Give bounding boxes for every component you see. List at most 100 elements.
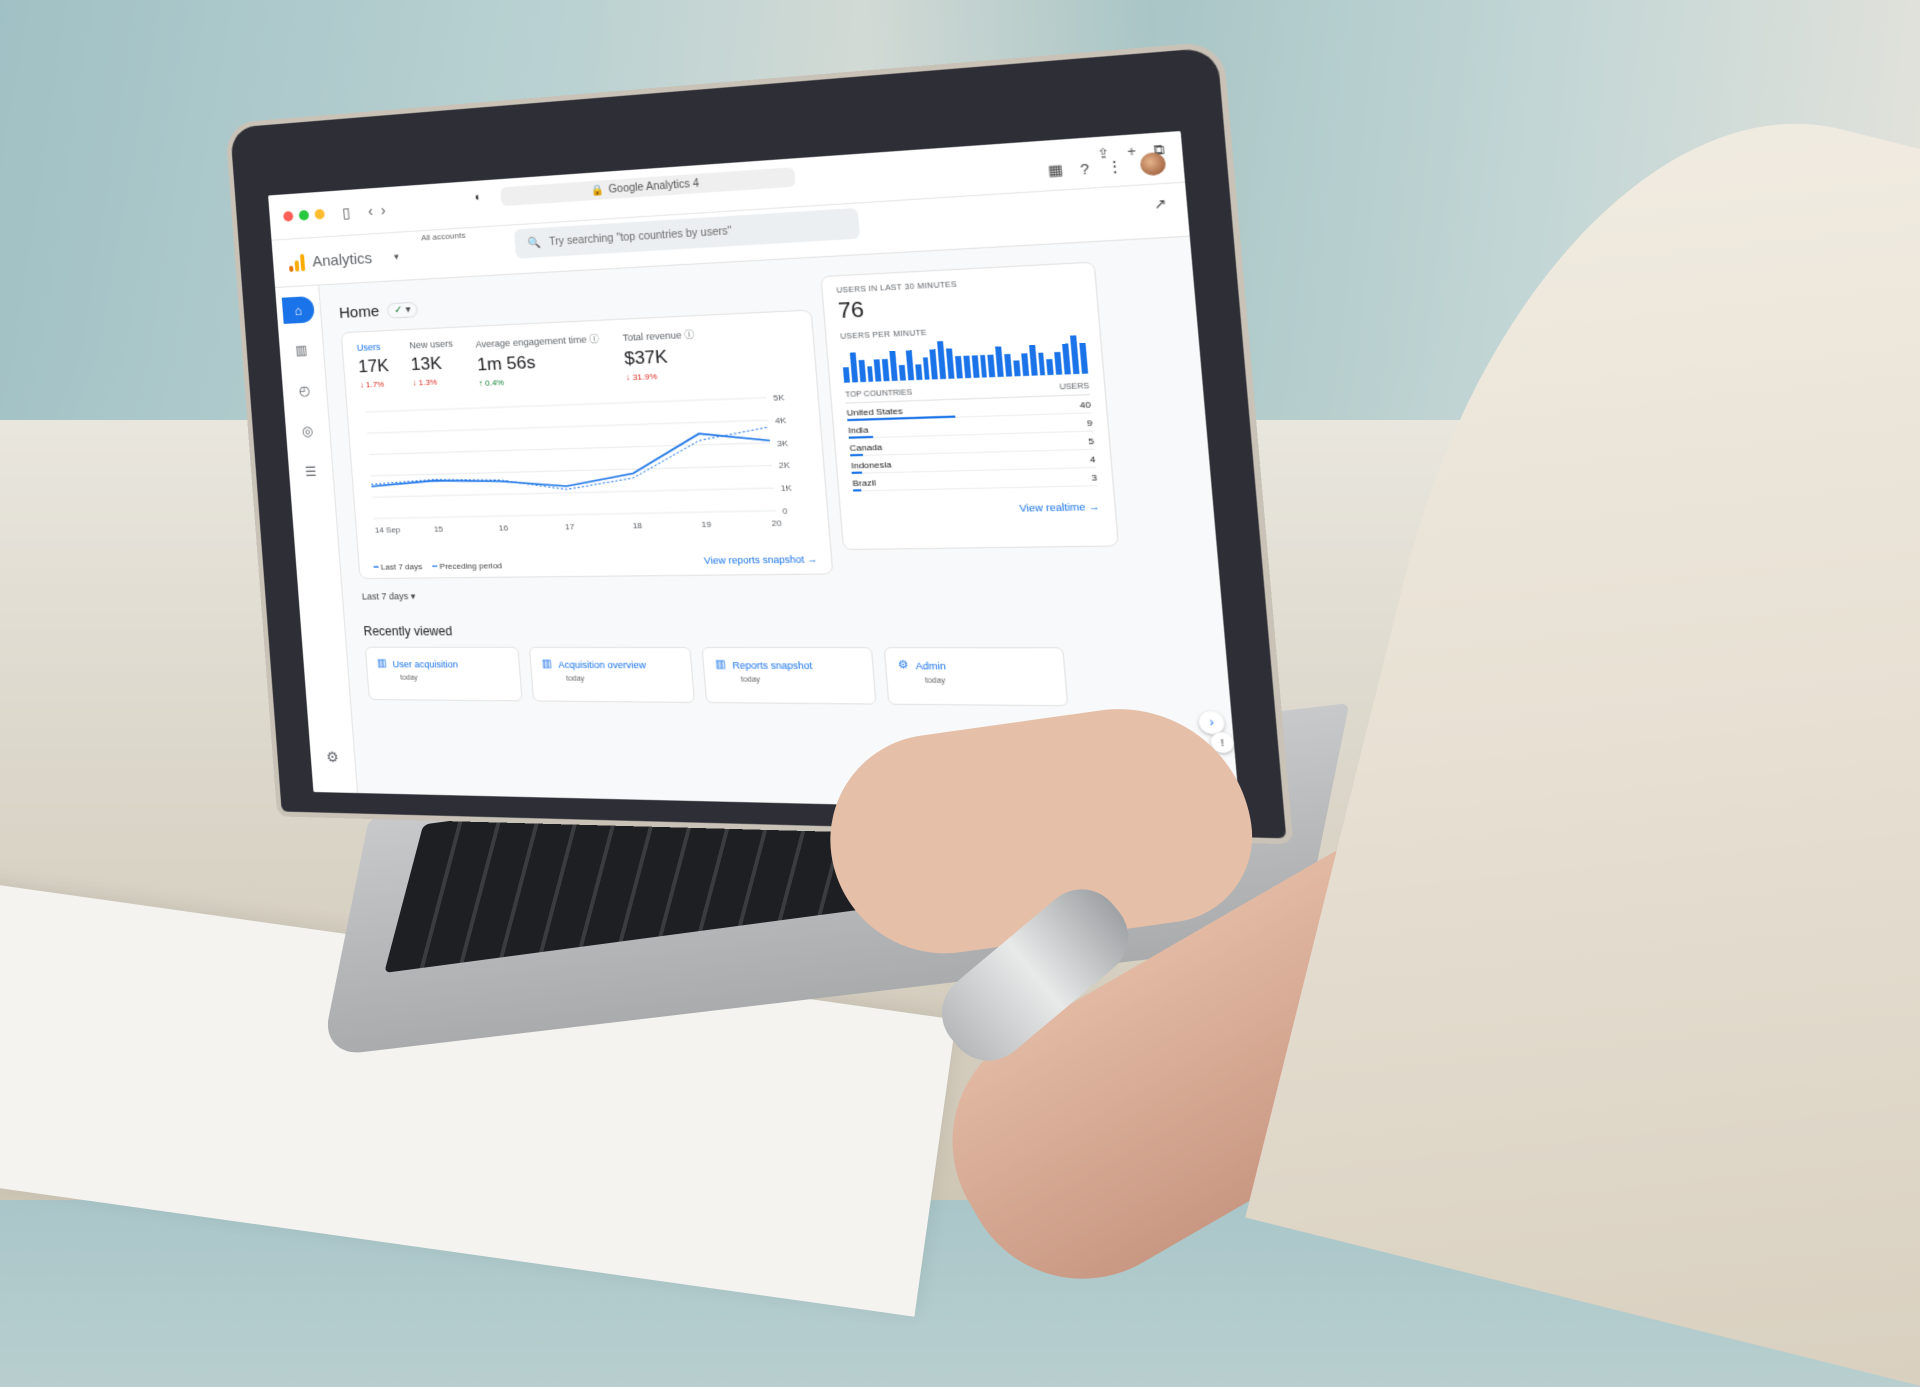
- kpi-users[interactable]: Users 17K ↓ 1.7%: [356, 341, 390, 392]
- sidebar-item-advertising[interactable]: ◎: [291, 418, 324, 445]
- gridline: [369, 443, 770, 455]
- recent-item-label[interactable]: Admin: [915, 660, 946, 671]
- minute-bar: [955, 355, 963, 379]
- kpi-delta: ↓ 31.9%: [625, 371, 658, 383]
- country-users: 40: [1079, 399, 1092, 411]
- search-placeholder: Try searching "top countries by users": [548, 225, 733, 248]
- minute-bar: [929, 348, 939, 380]
- settings-gear-icon[interactable]: ⚙: [326, 749, 340, 767]
- data-point[interactable]: [768, 439, 772, 442]
- help-icon[interactable]: ?: [1080, 160, 1090, 178]
- minute-bar: [1070, 335, 1080, 375]
- search-icon: 🔍: [527, 236, 542, 250]
- account-selector[interactable]: All accounts: [421, 231, 466, 243]
- product-name: Analytics: [311, 249, 373, 271]
- y-tick-label: 3K: [777, 438, 790, 448]
- report-icon: ▥: [376, 657, 388, 670]
- country-name: India: [847, 424, 869, 436]
- recent-item-label[interactable]: Reports snapshot: [732, 659, 813, 670]
- view-reports-snapshot-link[interactable]: View reports snapshot →: [704, 554, 818, 566]
- kpi-card: Users 17K ↓ 1.7% New users 13K ↓ 1.3% Aver…: [340, 309, 834, 602]
- sidebar-toggle-icon[interactable]: ▯: [342, 204, 351, 222]
- recent-item-label[interactable]: Acquisition overview: [558, 659, 647, 670]
- y-tick-label: 2K: [778, 460, 791, 470]
- apps-grid-icon[interactable]: ▦: [1047, 161, 1064, 180]
- more-vert-icon[interactable]: ⋮: [1106, 157, 1124, 176]
- configure-icon: ☰: [304, 463, 317, 480]
- minimize-window-button[interactable]: [298, 209, 310, 221]
- x-tick-label: 15: [434, 524, 444, 534]
- y-tick-label: 4K: [775, 415, 788, 425]
- data-point[interactable]: [565, 485, 568, 488]
- forward-button[interactable]: ›: [380, 202, 386, 219]
- zoom-window-button[interactable]: [314, 208, 325, 220]
- view-realtime-link[interactable]: View realtime →: [1019, 501, 1100, 514]
- kpi-new-users[interactable]: New users 13K ↓ 1.3%: [409, 338, 456, 390]
- data-point[interactable]: [767, 425, 771, 428]
- lock-icon: 🔒: [590, 184, 605, 197]
- back-button[interactable]: ‹: [367, 203, 373, 220]
- minute-bar: [937, 341, 947, 380]
- minute-bar: [1013, 360, 1021, 377]
- legend-previous: ╍ Preceding period: [432, 560, 503, 572]
- recent-item[interactable]: ▥ Reports snapshot today: [701, 646, 877, 705]
- minute-bar: [1037, 352, 1046, 376]
- minute-bar: [979, 354, 988, 378]
- top-countries-label: TOP COUNTRIES: [844, 389, 913, 400]
- recent-item-label[interactable]: User acquisition: [392, 659, 458, 670]
- sidebar-item-explore[interactable]: ◴: [288, 377, 321, 405]
- window-controls: [283, 208, 325, 222]
- sidebar-item-home[interactable]: ⌂: [281, 296, 316, 324]
- close-window-button[interactable]: [283, 211, 294, 222]
- legend-current: ━ Last 7 days: [373, 561, 423, 572]
- y-tick-label: 1K: [780, 483, 793, 493]
- privacy-shield-icon[interactable]: ◐: [474, 191, 482, 204]
- minute-bar: [1079, 342, 1088, 374]
- minute-bar: [889, 350, 898, 381]
- x-tick-label: 14 Sep: [374, 525, 401, 535]
- kpi-value: 13K: [410, 353, 443, 375]
- kpi-total-revenue[interactable]: Total revenue ⓘ $37K ↓ 31.9%: [622, 327, 698, 382]
- users-line-chart: 0 1K 2K 3K 4K 5K 14 Sep 15 16 17 18 19 20: [357, 392, 793, 535]
- avatar[interactable]: [1139, 151, 1167, 177]
- country-name: United States: [846, 406, 904, 418]
- kpi-average-engagement-time[interactable]: Average engagement time ⓘ 1m 56s ↑ 0.4%: [475, 331, 602, 389]
- minute-bar: [995, 346, 1004, 377]
- insights-icon[interactable]: ↗: [1153, 195, 1167, 212]
- recent-item[interactable]: ▥ User acquisition today: [364, 646, 523, 702]
- address-bar[interactable]: 🔒 Google Analytics 4: [500, 167, 796, 207]
- x-tick-label: 19: [701, 519, 712, 529]
- kpi-delta: ↑ 0.4%: [478, 377, 505, 389]
- kpi-label: Total revenue ⓘ: [622, 329, 695, 344]
- date-range-dropdown[interactable]: Last 7 days ▾: [362, 591, 416, 603]
- minute-bar: [1028, 344, 1038, 376]
- sidebar-item-reports[interactable]: ▥: [285, 337, 318, 365]
- kpi-value: 1m 56s: [476, 352, 537, 375]
- minute-bar: [922, 356, 931, 380]
- next-arrow-button[interactable]: ›: [1197, 710, 1226, 735]
- gridline: [366, 398, 767, 412]
- users-column-label: USERS: [1059, 382, 1090, 392]
- data-point[interactable]: [565, 488, 568, 491]
- recent-item[interactable]: ▥ Acquisition overview today: [528, 646, 696, 703]
- analytics-logo-icon: [288, 253, 306, 272]
- kpi-value: 17K: [357, 355, 390, 377]
- recent-item-time: today: [566, 675, 585, 683]
- kpi-value: $37K: [623, 346, 669, 369]
- recent-item[interactable]: ⚙ Admin today: [883, 647, 1069, 707]
- data-status-chip[interactable]: ✓ ▾: [386, 301, 419, 319]
- minute-bar: [898, 365, 906, 381]
- gridline: [371, 465, 772, 475]
- country-share-bar: [853, 489, 862, 492]
- chart-legend: ━ Last 7 days ╍ Preceding period: [373, 561, 502, 572]
- kpi-delta: ↓ 1.7%: [359, 379, 385, 390]
- sidebar-item-configure[interactable]: ☰: [294, 458, 327, 485]
- account-dropdown-icon[interactable]: ▾: [394, 251, 399, 263]
- minute-bar: [874, 358, 882, 382]
- explore-icon: ◴: [298, 382, 311, 399]
- users-per-minute-chart: [841, 335, 1088, 383]
- minute-bar: [849, 352, 858, 383]
- data-point[interactable]: [632, 476, 636, 479]
- data-point[interactable]: [698, 439, 702, 442]
- recent-item-time: today: [740, 676, 761, 684]
